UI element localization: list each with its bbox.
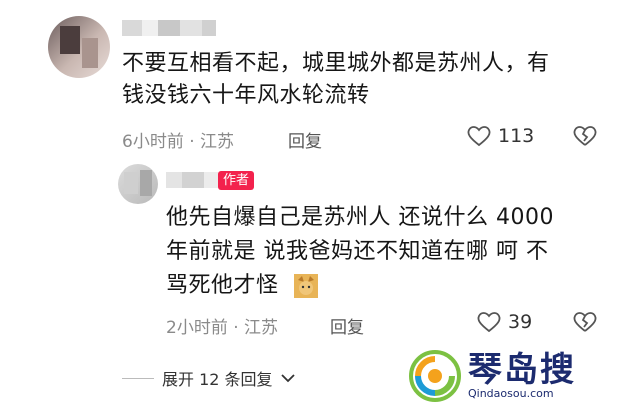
heart-outline-icon: [467, 126, 491, 147]
reply-text-line1: 他先自爆自己是苏州人 还说什么 4000: [166, 205, 554, 230]
broken-heart-icon: [573, 126, 597, 146]
watermark-name: 琴岛搜: [468, 350, 576, 390]
reply-button[interactable]: 回复: [288, 127, 322, 152]
reply-time-location: 2小时前 · 江苏: [166, 318, 279, 338]
expand-replies-label: 展开 12 条回复: [162, 370, 273, 389]
author-name[interactable]: [166, 172, 218, 188]
author-badge: 作者: [218, 171, 255, 190]
comment-text-line1: 不要互相看不起，城里城外都是苏州人，有: [122, 51, 550, 76]
watermark: 琴岛搜 Qindaosou.com: [408, 348, 576, 404]
expand-divider: [122, 377, 154, 379]
expand-replies-button[interactable]: 展开 12 条回复: [122, 366, 295, 390]
comment-time-location: 6小时前 · 江苏: [122, 132, 235, 152]
like-count: 113: [498, 125, 535, 147]
comment-text-line2: 钱没钱六十年风水轮流转: [122, 83, 370, 108]
cat-emoji-icon: [294, 274, 318, 298]
reply-reply-button[interactable]: 回复: [330, 313, 364, 338]
author-avatar[interactable]: [118, 164, 158, 204]
commenter-avatar[interactable]: [48, 16, 110, 78]
broken-heart-icon: [573, 312, 597, 332]
qindaosou-logo-icon: [409, 350, 461, 402]
heart-outline-icon: [477, 312, 501, 333]
reply-dislike-button[interactable]: [572, 310, 598, 338]
chevron-down-icon: [280, 374, 295, 383]
dislike-button[interactable]: [572, 124, 598, 152]
commenter-name[interactable]: [122, 20, 216, 36]
reply-text-line3: 骂死他才怪: [166, 273, 279, 298]
reply-like-button[interactable]: 39: [476, 310, 532, 334]
reply-text-line2: 年前就是 说我爸妈还不知道在哪 呵 不: [166, 239, 549, 264]
like-button[interactable]: 113: [466, 124, 534, 148]
reply-like-count: 39: [508, 311, 533, 333]
